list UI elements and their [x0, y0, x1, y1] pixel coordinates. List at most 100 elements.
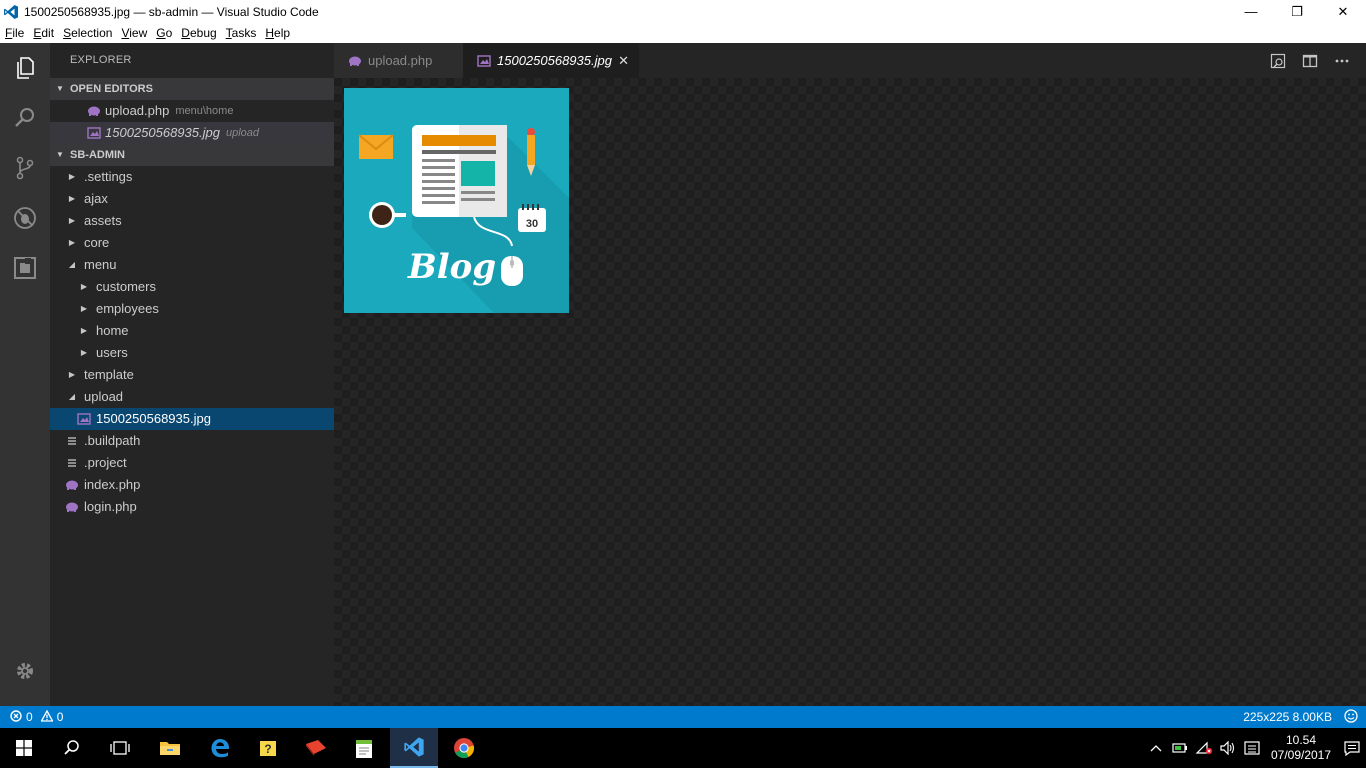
smiley-feedback-icon[interactable]: [1344, 708, 1358, 726]
tree-folder[interactable]: ▶ users: [50, 342, 334, 364]
window-title: 1500250568935.jpg — sb-admin — Visual St…: [24, 4, 319, 19]
search-icon[interactable]: [0, 93, 50, 143]
open-editors-header[interactable]: ▼ OPEN EDITORS: [50, 78, 334, 100]
menu-selection[interactable]: Selection: [59, 26, 116, 40]
svg-text:30: 30: [526, 218, 538, 230]
chevron-right-icon: ▶: [80, 282, 88, 291]
tree-folder[interactable]: ▶ customers: [50, 276, 334, 298]
clock[interactable]: 10.54 07/09/2017: [1264, 733, 1338, 763]
menu-file[interactable]: File: [1, 26, 28, 40]
more-actions-icon[interactable]: [1326, 43, 1358, 78]
close-window-button[interactable]: ✕: [1320, 0, 1366, 23]
error-icon[interactable]: [10, 709, 22, 725]
tree-file[interactable]: index.php: [50, 474, 334, 496]
windows-start-icon[interactable]: [0, 728, 48, 768]
tree-folder[interactable]: ▶ assets: [50, 210, 334, 232]
image-icon: [76, 411, 92, 427]
open-preview-icon[interactable]: [1262, 43, 1294, 78]
tree-item-label: menu: [84, 257, 117, 272]
image-preview-editor: 30 Blog: [334, 78, 1366, 706]
calendar-icon: 30: [518, 204, 546, 232]
warning-icon[interactable]: [40, 709, 54, 725]
menu-view[interactable]: View: [117, 26, 151, 40]
notifications-icon[interactable]: [1338, 728, 1366, 768]
tree-file[interactable]: login.php: [50, 496, 334, 518]
tree-item-label: home: [96, 323, 129, 338]
book-app-icon[interactable]: [292, 728, 340, 768]
battery-icon[interactable]: [1168, 728, 1192, 768]
tree-folder[interactable]: ▶ core: [50, 232, 334, 254]
edge-browser-icon[interactable]: [196, 728, 244, 768]
tree-folder[interactable]: ◢ menu: [50, 254, 334, 276]
tree-item-label: 1500250568935.jpg: [96, 411, 211, 426]
activity-bar: [0, 43, 50, 706]
menu-debug[interactable]: Debug: [177, 26, 220, 40]
debug-icon[interactable]: [0, 193, 50, 243]
tree-folder[interactable]: ▶ ajax: [50, 188, 334, 210]
chevron-up-icon[interactable]: [1144, 728, 1168, 768]
file-explorer-icon[interactable]: [146, 728, 194, 768]
tree-folder[interactable]: ▶ template: [50, 364, 334, 386]
source-control-icon[interactable]: [0, 143, 50, 193]
editor-tab-bar: upload.php 1500250568935.jpg ✕: [334, 43, 1366, 78]
error-count[interactable]: 0: [26, 710, 33, 724]
open-editors-list: upload.php menu\home 1500250568935.jpg uplo…: [50, 100, 334, 144]
php-icon: [64, 477, 80, 493]
tree-item-label: ajax: [84, 191, 108, 206]
file-tree: ▶ .settings ▶ ajax ▶ assets ▶ core ◢ menu ▶ custome…: [50, 166, 334, 518]
tree-item-label: upload: [84, 389, 124, 404]
tree-folder[interactable]: ◢ upload: [50, 386, 334, 408]
open-editor-path: upload: [225, 127, 259, 139]
keyboard-icon[interactable]: [1240, 728, 1264, 768]
windows-taskbar: ? 10.54 07/09/2017: [0, 728, 1366, 768]
tab-label: upload.php: [368, 53, 433, 68]
open-editor-item[interactable]: 1500250568935.jpg upload: [50, 122, 334, 144]
menu-help[interactable]: Help: [261, 26, 294, 40]
tree-item-label: customers: [96, 279, 156, 294]
help-app-icon[interactable]: ?: [244, 728, 292, 768]
status-bar: 0 0 225x225 8.00KB: [0, 706, 1366, 728]
close-tab-icon[interactable]: ✕: [618, 53, 629, 69]
chevron-down-icon: ▼: [56, 150, 64, 159]
tree-folder[interactable]: ▶ employees: [50, 298, 334, 320]
explorer-sidebar: EXPLORER ▼ OPEN EDITORS upload.php menu\h…: [50, 43, 334, 706]
image-size-info[interactable]: 225x225 8.00KB: [1243, 710, 1332, 724]
tab-image-file[interactable]: 1500250568935.jpg ✕: [463, 43, 639, 78]
tree-item-label: employees: [96, 301, 159, 316]
task-view-icon[interactable]: [96, 728, 144, 768]
title-bar: 1500250568935.jpg — sb-admin — Visual St…: [0, 0, 1366, 23]
minimize-button[interactable]: —: [1228, 0, 1274, 23]
menu-bar: File Edit Selection View Go Debug Tasks Help: [0, 23, 1366, 43]
vscode-taskbar-icon[interactable]: [390, 728, 438, 768]
network-icon[interactable]: [1192, 728, 1216, 768]
tree-file[interactable]: .buildpath: [50, 430, 334, 452]
volume-icon[interactable]: [1216, 728, 1240, 768]
menu-go[interactable]: Go: [152, 26, 176, 40]
notepad-icon[interactable]: [340, 728, 388, 768]
sidebar-title: EXPLORER: [70, 54, 132, 66]
tree-file[interactable]: 1500250568935.jpg: [50, 408, 334, 430]
tree-file[interactable]: .project: [50, 452, 334, 474]
settings-gear-icon[interactable]: [0, 646, 50, 696]
chevron-right-icon: ▶: [68, 370, 76, 379]
search-icon[interactable]: [48, 728, 96, 768]
tab-upload-php[interactable]: upload.php: [334, 43, 463, 78]
explorer-icon[interactable]: [0, 43, 50, 93]
maximize-button[interactable]: ❐: [1274, 0, 1320, 23]
image-icon: [477, 54, 491, 67]
tree-folder[interactable]: ▶ .settings: [50, 166, 334, 188]
warning-count[interactable]: 0: [57, 710, 64, 724]
envelope-icon: [358, 134, 394, 159]
open-editor-label: upload.php: [105, 103, 170, 118]
tree-item-label: login.php: [84, 499, 137, 514]
computer-mouse-icon: [501, 256, 523, 286]
extensions-icon[interactable]: [0, 243, 50, 293]
open-editor-item[interactable]: upload.php menu\home: [50, 100, 334, 122]
menu-tasks[interactable]: Tasks: [222, 26, 261, 40]
menu-edit[interactable]: Edit: [29, 26, 58, 40]
chrome-browser-icon[interactable]: [440, 728, 488, 768]
tree-folder[interactable]: ▶ home: [50, 320, 334, 342]
split-editor-icon[interactable]: [1294, 43, 1326, 78]
text-file-icon: [64, 433, 80, 449]
project-header[interactable]: ▼ SB-ADMIN: [50, 144, 334, 166]
